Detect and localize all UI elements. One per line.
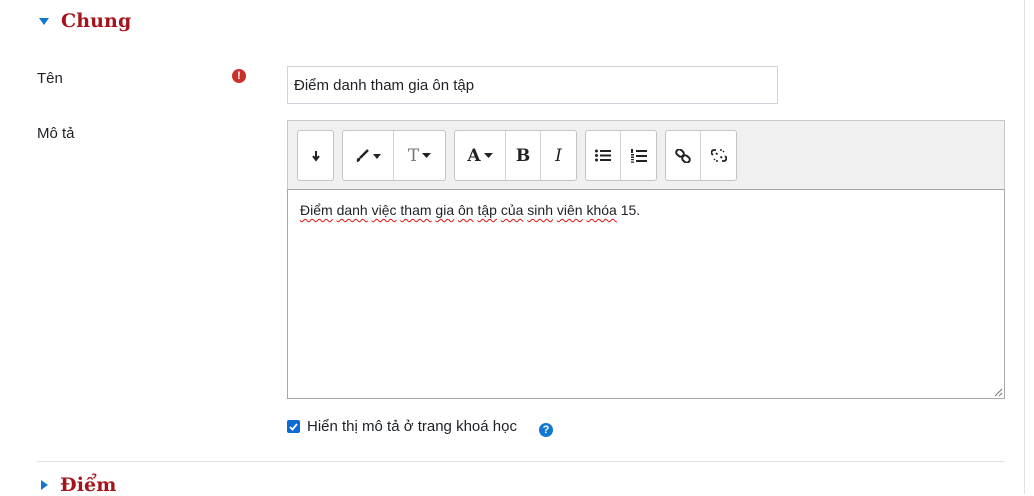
caret-down-icon — [422, 152, 432, 158]
toolbar-group-links — [665, 130, 737, 181]
misspelled-word: tập — [477, 202, 497, 218]
toolbar-group-lists — [585, 130, 657, 181]
name-input-value: Điểm danh tham gia ôn tập — [294, 76, 475, 94]
bold-icon: B — [515, 145, 531, 166]
show-description-label[interactable]: Hiển thị mô tả ở trang khoá học — [307, 418, 517, 435]
name-label: Tên — [37, 70, 63, 87]
unlink-icon — [710, 149, 727, 162]
description-label: Mô tả — [37, 125, 75, 142]
italic-icon: I — [555, 145, 562, 166]
misspelled-word: viên — [556, 202, 583, 218]
chevron-down-icon — [39, 17, 49, 25]
name-input[interactable]: Điểm danh tham gia ôn tập — [287, 66, 778, 104]
ordered-list-icon — [630, 148, 647, 163]
misspelled-word: Điểm — [300, 202, 333, 218]
chevron-right-icon — [41, 480, 48, 490]
section-general-title: Chung — [61, 10, 132, 32]
toolbar-toggle-button[interactable] — [298, 131, 333, 180]
misspelled-word: ôn — [458, 202, 474, 218]
text-style-button[interactable]: T — [394, 131, 445, 180]
misspelled-word: việc — [371, 202, 397, 218]
section-divider — [37, 461, 1005, 462]
ordered-list-button[interactable] — [621, 131, 656, 180]
misspelled-word: khóa — [586, 202, 617, 218]
resize-handle-icon[interactable] — [993, 387, 1003, 397]
misspelled-word: sinh — [527, 202, 553, 218]
bold-button[interactable]: B — [506, 131, 541, 180]
misspelled-word: tham — [400, 202, 432, 218]
show-description-checkbox[interactable] — [287, 420, 300, 433]
misspelled-word: của — [500, 202, 524, 218]
italic-button[interactable]: I — [541, 131, 576, 180]
page-border — [1024, 0, 1025, 494]
toolbar-group-format: A B I — [454, 130, 577, 181]
description-text: Điểm danh việc tham gia ôn tập của sinh … — [300, 202, 640, 218]
help-icon[interactable]: ? — [539, 423, 553, 437]
unordered-list-icon — [595, 149, 611, 162]
toolbar-group-style: T — [342, 130, 446, 181]
link-button[interactable] — [666, 131, 701, 180]
link-icon — [675, 148, 691, 163]
unlink-button[interactable] — [701, 131, 736, 180]
font-color-button[interactable]: A — [455, 131, 506, 180]
unordered-list-button[interactable] — [586, 131, 621, 180]
checkmark-icon — [289, 422, 298, 431]
text-fragment: 15. — [616, 202, 641, 218]
paint-brush-icon — [356, 148, 381, 162]
section-grade-toggle[interactable]: Điểm — [41, 474, 116, 496]
editor-toolbar: T A B I — [287, 120, 1005, 190]
section-general-toggle[interactable]: Chung — [39, 10, 131, 32]
caret-down-icon — [483, 152, 493, 158]
misspelled-word: gia — [435, 202, 455, 218]
toggle-toolbar-icon — [311, 150, 320, 162]
toolbar-group-toggle — [297, 130, 334, 181]
section-grade-title: Điểm — [60, 474, 117, 496]
description-editor[interactable]: Điểm danh việc tham gia ôn tập của sinh … — [287, 189, 1005, 399]
misspelled-word: danh — [336, 202, 368, 218]
text-style-icon: T — [407, 145, 420, 166]
font-color-icon: A — [467, 145, 481, 166]
required-icon: ! — [232, 69, 246, 83]
paint-brush-button[interactable] — [343, 131, 394, 180]
